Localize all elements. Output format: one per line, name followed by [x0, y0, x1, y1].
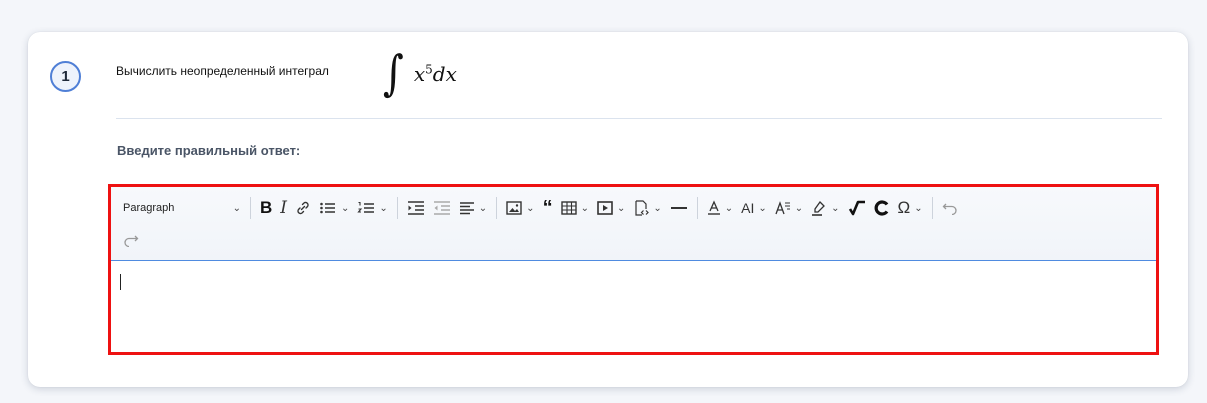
answer-prompt: Введите правильный ответ:	[117, 143, 301, 158]
chevron-down-icon: ⌄	[478, 202, 488, 214]
paragraph-dropdown-label: Paragraph	[123, 202, 175, 214]
question-formula: ∫ x5dx	[383, 46, 457, 102]
font-color-icon[interactable]: ⌄	[703, 194, 737, 222]
question-card: 1 Вычислить неопределенный интеграл ∫ x5…	[28, 32, 1188, 387]
chevron-down-icon: ⌄	[580, 202, 589, 214]
toolbar-separator	[931, 197, 933, 219]
chevron-down-icon: ⌄	[379, 202, 388, 214]
redo-icon[interactable]	[119, 226, 143, 254]
indent-icon[interactable]	[403, 194, 429, 222]
formula-exponent: 5	[425, 62, 433, 77]
undo-icon[interactable]	[938, 194, 962, 222]
special-characters-icon[interactable]: Ω ⌄	[894, 194, 927, 222]
numbered-list-icon[interactable]: ⌄	[353, 194, 391, 222]
toolbar-row: Paragraph ⌄ B I ⌄ ⌄ ⌄ ⌄ “ ⌄ ⌄ ⌄ ⌄ AI ⌄ ⌄…	[119, 193, 962, 223]
font-size-icon[interactable]: AI ⌄	[737, 194, 771, 222]
chemistry-icon[interactable]	[870, 194, 894, 222]
font-family-icon[interactable]: ⌄	[771, 194, 807, 222]
image-icon[interactable]: ⌄	[502, 194, 538, 222]
blockquote-icon[interactable]: “	[539, 194, 557, 222]
question-number-badge: 1	[50, 61, 81, 92]
editor-toolbar: Paragraph ⌄ B I ⌄ ⌄ ⌄ ⌄ “ ⌄ ⌄ ⌄ ⌄ AI ⌄ ⌄…	[111, 187, 1156, 261]
toolbar-separator	[696, 197, 698, 219]
toolbar-separator	[250, 197, 251, 219]
chevron-down-icon: ⌄	[232, 202, 241, 214]
bulleted-list-icon[interactable]: ⌄	[315, 194, 353, 222]
align-icon[interactable]: ⌄	[455, 194, 491, 222]
media-icon[interactable]: ⌄	[593, 194, 629, 222]
bold-icon[interactable]: B	[256, 194, 276, 222]
toolbar-separator	[396, 197, 398, 219]
chevron-down-icon: ⌄	[653, 202, 662, 214]
formula-expression: x5dx	[414, 62, 457, 86]
integral-sign: ∫	[383, 46, 404, 102]
question-text: Вычислить неопределенный интеграл	[116, 64, 329, 78]
chevron-down-icon: ⌄	[794, 202, 804, 214]
chevron-down-icon: ⌄	[526, 202, 535, 214]
formula-base: x	[413, 62, 426, 86]
italic-icon[interactable]: I	[276, 194, 291, 222]
horizontal-line-icon[interactable]	[666, 194, 692, 222]
editor-content-area[interactable]	[111, 261, 1156, 352]
toolbar-row-2	[119, 225, 143, 255]
answer-editor: Paragraph ⌄ B I ⌄ ⌄ ⌄ ⌄ “ ⌄ ⌄ ⌄ ⌄ AI ⌄ ⌄…	[108, 184, 1159, 355]
outdent-icon[interactable]	[429, 194, 455, 222]
chevron-down-icon: ⌄	[831, 202, 840, 214]
divider	[116, 118, 1162, 119]
html-embed-icon[interactable]: ⌄	[629, 194, 665, 222]
chevron-down-icon: ⌄	[758, 202, 767, 214]
chevron-down-icon: ⌄	[616, 202, 626, 214]
chevron-down-icon: ⌄	[341, 202, 350, 214]
paragraph-dropdown[interactable]: Paragraph ⌄	[119, 194, 245, 222]
highlight-icon[interactable]: ⌄	[807, 194, 843, 222]
toolbar-separator	[496, 197, 498, 219]
math-icon[interactable]	[844, 194, 870, 222]
text-caret	[120, 274, 121, 290]
chevron-down-icon: ⌄	[914, 202, 923, 214]
chevron-down-icon: ⌄	[724, 202, 734, 214]
formula-differential: dx	[432, 62, 457, 86]
link-icon[interactable]	[291, 194, 315, 222]
table-icon[interactable]: ⌄	[557, 194, 593, 222]
